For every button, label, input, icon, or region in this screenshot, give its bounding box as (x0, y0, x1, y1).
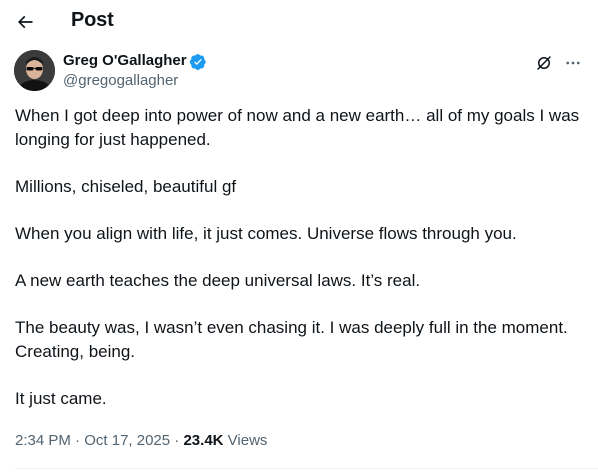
post-paragraph: When you align with life, it just comes.… (15, 224, 517, 243)
more-horizontal-icon (566, 61, 580, 65)
page-header: Post (0, 0, 598, 44)
author-handle[interactable]: @gregogallagher (63, 72, 178, 89)
grok-icon (537, 56, 551, 70)
post-meta: 2:34 PM · Oct 17, 2025 · 23.4K Views (15, 432, 267, 449)
views-count[interactable]: 23.4K (183, 432, 223, 449)
divider (15, 468, 598, 469)
views-label: Views (227, 432, 268, 449)
post-date[interactable]: Oct 17, 2025 (84, 432, 170, 449)
post-time[interactable]: 2:34 PM (15, 432, 71, 449)
meta-separator: · (174, 432, 180, 449)
avatar[interactable] (14, 50, 55, 91)
post-author: Greg O'Gallagher @gregogallagher (0, 48, 598, 96)
page-title: Post (71, 9, 114, 31)
post-paragraph: The beauty was, I wasn’t even chasing it… (15, 318, 568, 361)
post-paragraph: A new earth teaches the deep universal l… (15, 271, 421, 290)
meta-separator: · (75, 432, 81, 449)
avatar-image (14, 50, 55, 91)
post-paragraph: It just came. (15, 389, 107, 408)
post-text: When I got deep into power of now and a … (15, 104, 590, 411)
post-page: Post Greg O'Gallagher @gregogallagher Wh… (0, 0, 598, 472)
verified-badge-icon[interactable] (189, 53, 207, 71)
grok-button[interactable] (532, 51, 556, 75)
more-button[interactable] (561, 51, 585, 75)
arrow-left-icon (17, 15, 33, 29)
post-paragraph: When I got deep into power of now and a … (15, 106, 580, 149)
author-display-name[interactable]: Greg O'Gallagher (63, 52, 187, 69)
back-button[interactable] (8, 5, 42, 39)
post-paragraph: Millions, chiseled, beautiful gf (15, 177, 237, 196)
